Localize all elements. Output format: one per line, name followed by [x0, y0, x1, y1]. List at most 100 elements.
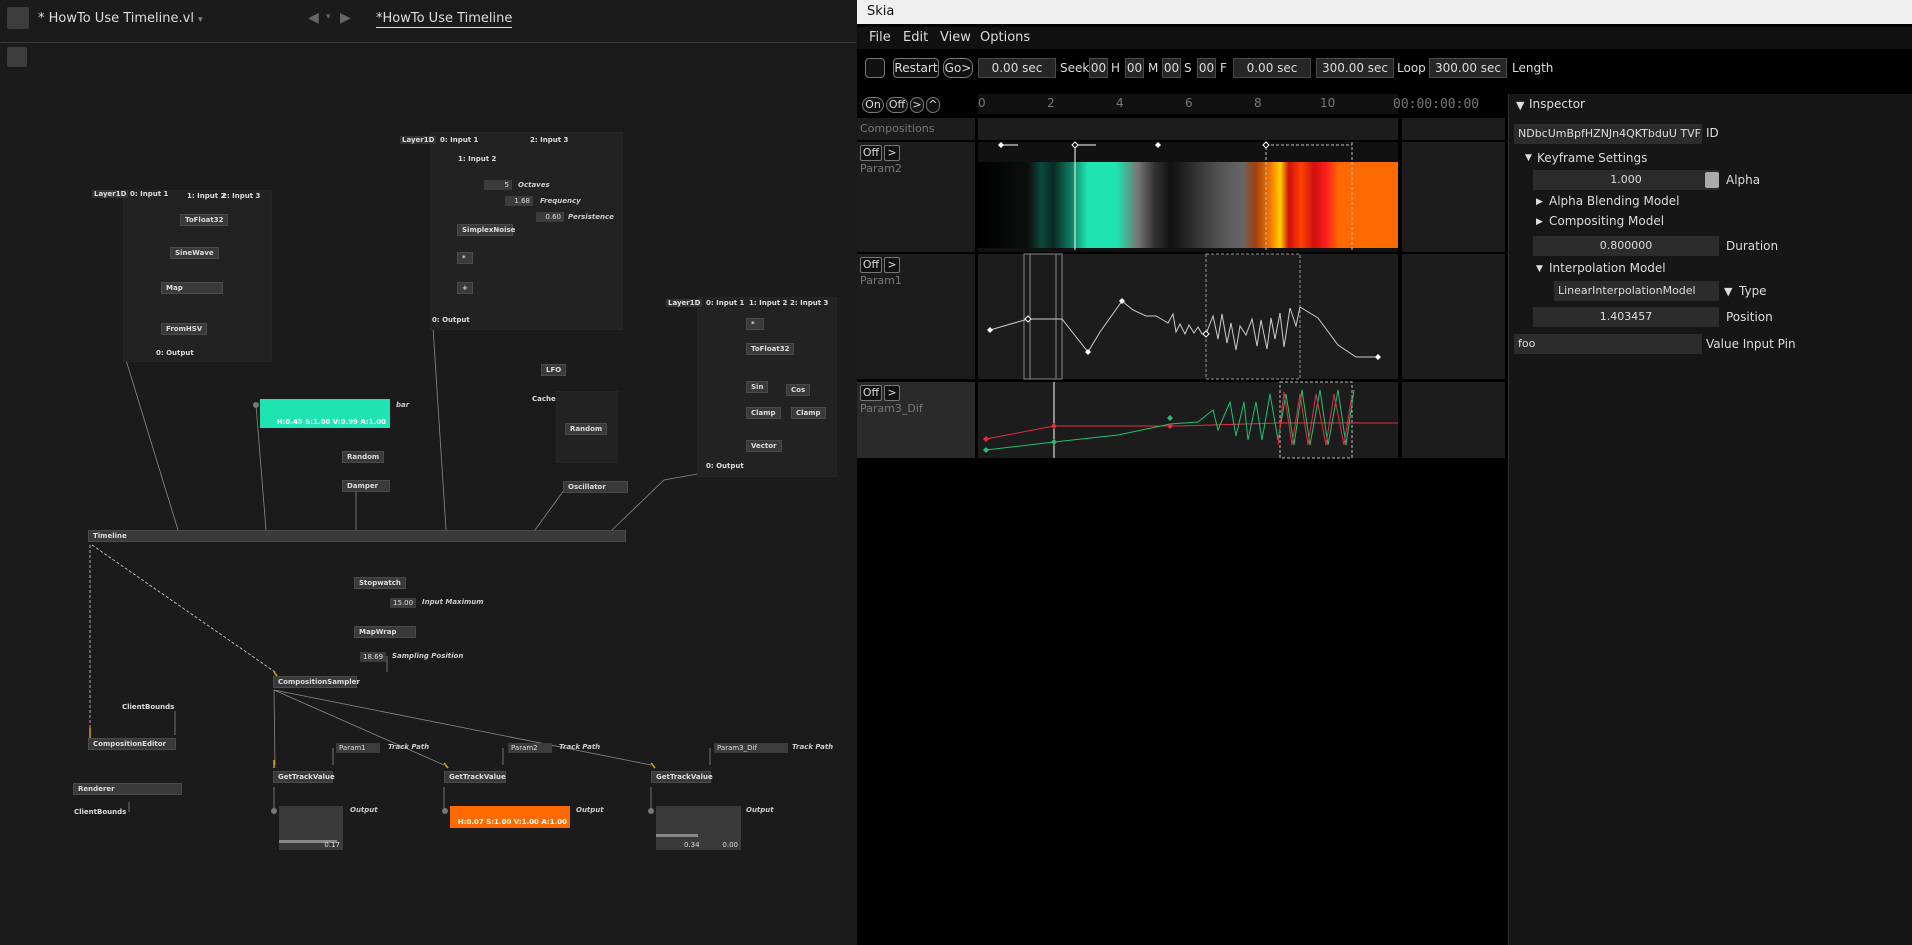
- length-field[interactable]: 300.00 sec: [1429, 58, 1507, 78]
- on-button[interactable]: On: [862, 97, 884, 113]
- position-label: Position: [1726, 310, 1773, 324]
- add-node[interactable]: +: [457, 282, 473, 294]
- value-input-field[interactable]: foo: [1514, 334, 1702, 354]
- loop-start-field[interactable]: 0.00 sec: [1233, 58, 1311, 78]
- output-value: 0.00: [722, 841, 738, 849]
- loop-end-field[interactable]: 300.00 sec: [1316, 58, 1394, 78]
- track-next-button[interactable]: >: [884, 257, 900, 273]
- stopwatch-node[interactable]: Stopwatch: [354, 577, 406, 589]
- compositioneditor-node[interactable]: CompositionEditor: [88, 738, 176, 750]
- alpha-color-swatch[interactable]: [1705, 172, 1719, 188]
- dropdown-triangle-icon[interactable]: ▼: [1724, 285, 1732, 298]
- frames-field[interactable]: 00: [1197, 58, 1216, 78]
- duration-field[interactable]: 0.800000: [1533, 236, 1719, 256]
- clamp-node[interactable]: Clamp: [791, 407, 826, 419]
- id-field[interactable]: NDbcUmBpfHZNJn4QKTbduU TVF7WRDO: [1514, 124, 1702, 144]
- track-header-param2[interactable]: Off > Param2: [857, 142, 975, 252]
- clamp-node[interactable]: Clamp: [746, 407, 781, 419]
- param2-gradient: [978, 162, 1398, 248]
- pin-icon[interactable]: [442, 808, 448, 814]
- track-off-button[interactable]: Off: [860, 145, 882, 161]
- track-off-button[interactable]: Off: [860, 257, 882, 273]
- pin-icon[interactable]: [253, 402, 259, 408]
- ruler-tick-label: 4: [1116, 96, 1124, 110]
- output-vector-box[interactable]: 0.34 0.00: [656, 806, 741, 850]
- sinewave-node[interactable]: SineWave: [170, 247, 219, 259]
- track-header-param1[interactable]: Off > Param1: [857, 254, 975, 379]
- simplexnoise-node[interactable]: SimplexNoise: [457, 224, 515, 236]
- time-ruler[interactable]: 0 2 4 6 8 10: [978, 94, 1398, 114]
- gettrackvalue-node[interactable]: GetTrackValue: [651, 771, 713, 783]
- input-maximum-value[interactable]: 15.00: [390, 598, 416, 608]
- multiply-node[interactable]: *: [746, 318, 764, 330]
- sampling-position-value[interactable]: 18.69: [360, 652, 386, 662]
- position-field[interactable]: 1.403457: [1533, 307, 1719, 327]
- menu-file[interactable]: File: [869, 30, 891, 45]
- alpha-blending-model-label[interactable]: Alpha Blending Model: [1549, 194, 1680, 208]
- timeline-node[interactable]: Timeline: [88, 530, 626, 542]
- play-stop-button[interactable]: [865, 58, 885, 78]
- track-header-param3[interactable]: Off > Param3_Dif: [857, 382, 975, 458]
- bar-color-preview[interactable]: H:0.45 S:1.00 V:0.99 A:1.00: [260, 399, 390, 428]
- menu-options[interactable]: Options: [980, 30, 1030, 45]
- interpolation-type-dropdown[interactable]: LinearInterpolationModel: [1554, 281, 1719, 301]
- type-label: Type: [1739, 284, 1767, 298]
- off-button[interactable]: Off: [886, 97, 908, 113]
- damper-node[interactable]: Damper: [342, 480, 390, 492]
- map-node[interactable]: Map: [161, 282, 223, 294]
- persistence-value[interactable]: 0.60: [536, 212, 564, 222]
- output-value-box[interactable]: 0.17: [279, 806, 343, 850]
- cos-node[interactable]: Cos: [786, 384, 811, 396]
- collapse-triangle-icon[interactable]: ▼: [1516, 99, 1524, 112]
- alpha-field[interactable]: 1.000: [1533, 170, 1719, 190]
- random-node[interactable]: Random: [565, 423, 608, 435]
- pin-icon[interactable]: [271, 808, 277, 814]
- pin-icon[interactable]: [648, 808, 654, 814]
- sin-node[interactable]: Sin: [746, 381, 769, 393]
- sampling-position-label: Sampling Position: [392, 652, 464, 660]
- output-color-preview[interactable]: H:0.07 S:1.00 V:1.00 A:1.00: [450, 806, 570, 828]
- gettrackvalue-node[interactable]: GetTrackValue: [444, 771, 506, 783]
- track-next-button[interactable]: >: [884, 385, 900, 401]
- octaves-value[interactable]: 5: [484, 180, 512, 190]
- up-button[interactable]: ^: [926, 97, 940, 113]
- go-button[interactable]: Go>: [943, 58, 973, 78]
- param2-path-value[interactable]: Param2: [508, 743, 552, 753]
- tofloat32-node[interactable]: ToFloat32: [180, 214, 229, 226]
- next-button[interactable]: >: [910, 97, 924, 113]
- mapwrap-node[interactable]: MapWrap: [354, 626, 416, 638]
- param1-path-value[interactable]: Param1: [336, 743, 380, 753]
- menu-edit[interactable]: Edit: [903, 30, 928, 45]
- value-bar: [656, 834, 698, 837]
- compositionsampler-node[interactable]: CompositionSampler: [273, 676, 360, 688]
- compositions-lane[interactable]: [978, 118, 1398, 140]
- seconds-field[interactable]: 00: [1162, 58, 1181, 78]
- fromhsv-node[interactable]: FromHSV: [161, 323, 208, 335]
- minutes-field[interactable]: 00: [1125, 58, 1144, 78]
- collapse-triangle-icon[interactable]: ▼: [1525, 153, 1532, 163]
- hours-field[interactable]: 00: [1089, 58, 1108, 78]
- input-pin-label: 1: Input 2: [187, 192, 226, 200]
- patch-editor[interactable]: * HowTo Use Timeline.vl ▾ ◀ ▾ ▶ *HowTo U…: [0, 0, 856, 945]
- track-lanes[interactable]: [978, 140, 1400, 460]
- track-next-button[interactable]: >: [884, 145, 900, 161]
- gettrackvalue-node[interactable]: GetTrackValue: [273, 771, 335, 783]
- expand-triangle-icon[interactable]: ▶: [1536, 217, 1543, 227]
- skia-window[interactable]: Skia File Edit View Options Restart Go> …: [857, 0, 1912, 945]
- seek-time-field[interactable]: 0.00 sec: [978, 58, 1056, 78]
- renderer-node[interactable]: Renderer: [73, 783, 182, 795]
- lfo-node[interactable]: LFO: [541, 364, 567, 376]
- compositing-model-label[interactable]: Compositing Model: [1549, 214, 1664, 228]
- frequency-value[interactable]: 1.68: [505, 196, 533, 206]
- menu-view[interactable]: View: [940, 30, 971, 45]
- restart-button[interactable]: Restart: [893, 58, 939, 78]
- collapse-triangle-icon[interactable]: ▼: [1536, 264, 1543, 274]
- vector-node[interactable]: Vector: [746, 440, 782, 452]
- param3-path-value[interactable]: Param3_Dif: [714, 743, 788, 753]
- track-off-button[interactable]: Off: [860, 385, 882, 401]
- tofloat32-node[interactable]: ToFloat32: [746, 343, 795, 355]
- expand-triangle-icon[interactable]: ▶: [1536, 197, 1543, 207]
- multiply-node[interactable]: *: [457, 252, 473, 264]
- random-node[interactable]: Random: [342, 451, 385, 463]
- oscillator-node[interactable]: Oscillator: [563, 481, 628, 493]
